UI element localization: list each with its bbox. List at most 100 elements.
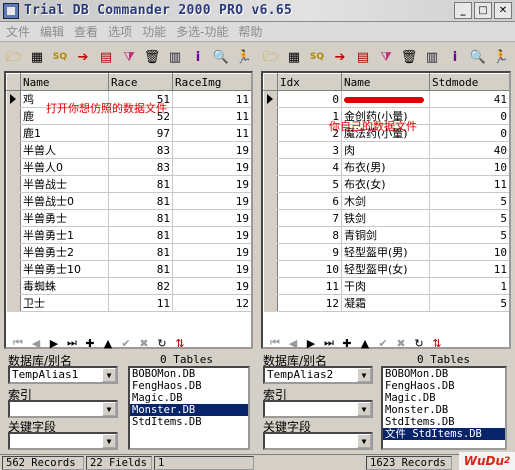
- table-cell[interactable]: 81: [108, 209, 173, 227]
- table-cell[interactable]: 11: [429, 260, 509, 278]
- row-indicator[interactable]: [263, 260, 278, 278]
- table-list-item[interactable]: 文件 StdItems.DB: [383, 428, 505, 440]
- table-cell[interactable]: 19: [172, 209, 251, 227]
- column-header-raceimg[interactable]: RaceImg: [172, 73, 251, 91]
- row-indicator[interactable]: [6, 124, 21, 142]
- search-icon[interactable]: 🔍: [211, 47, 231, 67]
- table-cell[interactable]: 布衣(女): [341, 175, 430, 193]
- table-cell[interactable]: 鹿1: [20, 124, 109, 142]
- delete-record-icon[interactable]: ▲: [359, 337, 371, 350]
- refresh-icon[interactable]: ↻: [413, 337, 425, 350]
- table-cell[interactable]: 81: [108, 192, 173, 210]
- menu-edit[interactable]: 编辑: [40, 23, 64, 40]
- table-cell[interactable]: 83: [108, 158, 173, 176]
- column-header-race[interactable]: Race: [108, 73, 173, 91]
- table-cell[interactable]: 40: [429, 141, 509, 159]
- prior-record-icon[interactable]: ◀: [287, 337, 299, 350]
- table-list-item[interactable]: Magic.DB: [383, 392, 505, 404]
- table-cell[interactable]: 铁剑: [341, 209, 430, 227]
- table-cell[interactable]: 19: [172, 192, 251, 210]
- table-cell[interactable]: 81: [108, 243, 173, 261]
- table-row[interactable]: 7 铁剑 5: [263, 209, 509, 227]
- filter-icon[interactable]: ⧩: [119, 47, 139, 67]
- table-list-item[interactable]: Monster.DB: [383, 404, 505, 416]
- table-cell[interactable]: 半兽勇士10: [20, 260, 109, 278]
- table-cell[interactable]: 82: [108, 277, 173, 295]
- row-indicator[interactable]: [263, 209, 278, 227]
- table-cell[interactable]: 11: [172, 107, 251, 125]
- edit-record-icon[interactable]: ✔: [120, 337, 132, 350]
- table-row[interactable]: 半兽勇士 81 19: [6, 209, 251, 227]
- refresh-icon[interactable]: ↻: [156, 337, 168, 350]
- table-cell[interactable]: 11: [277, 277, 342, 295]
- table-row[interactable]: 5 布衣(女) 11: [263, 175, 509, 193]
- table-row[interactable]: 10 轻型盔甲(女) 11: [263, 260, 509, 278]
- column-header-name[interactable]: Name: [341, 73, 430, 91]
- menu-help[interactable]: 帮助: [238, 23, 262, 40]
- trash-icon[interactable]: 🗑: [399, 47, 419, 67]
- search-icon[interactable]: 🔍: [468, 47, 488, 67]
- row-indicator[interactable]: [6, 90, 21, 108]
- row-indicator[interactable]: [6, 243, 21, 261]
- table-list-item[interactable]: Monster.DB: [130, 404, 248, 416]
- table-cell[interactable]: 19: [172, 243, 251, 261]
- row-indicator[interactable]: [6, 294, 21, 312]
- table-cell[interactable]: 干肉: [341, 277, 430, 295]
- table-cell[interactable]: 11: [172, 124, 251, 142]
- table-row[interactable]: 3 肉 40: [263, 141, 509, 159]
- left-index-select[interactable]: ▼: [8, 400, 118, 418]
- row-indicator[interactable]: [6, 192, 21, 210]
- info-icon[interactable]: i: [188, 47, 208, 67]
- dropdown-arrow-icon[interactable]: ▼: [357, 402, 371, 416]
- row-indicator[interactable]: [6, 277, 21, 295]
- table-cell[interactable]: 5: [429, 294, 509, 312]
- table-row[interactable]: 0 41: [263, 90, 509, 108]
- next-record-icon[interactable]: ▶: [305, 337, 317, 350]
- table-cell[interactable]: 19: [172, 158, 251, 176]
- row-indicator[interactable]: [6, 158, 21, 176]
- row-indicator[interactable]: [263, 192, 278, 210]
- open-folder-icon[interactable]: 🗁: [261, 47, 281, 67]
- row-indicator[interactable]: [263, 175, 278, 193]
- table-cell[interactable]: 12: [277, 294, 342, 312]
- table-cell[interactable]: 19: [172, 277, 251, 295]
- table-cell[interactable]: 11: [429, 175, 509, 193]
- table-cell[interactable]: 半兽人: [20, 141, 109, 159]
- left-key-select[interactable]: ▼: [8, 432, 118, 450]
- table-cell[interactable]: 5: [429, 192, 509, 210]
- table-icon[interactable]: ▦: [27, 47, 47, 67]
- menu-options[interactable]: 选项: [108, 23, 132, 40]
- table-list-item[interactable]: FengHaos.DB: [130, 380, 248, 392]
- table-row[interactable]: 9 轻型盔甲(男) 10: [263, 243, 509, 261]
- table-cell[interactable]: 19: [172, 260, 251, 278]
- table-cell[interactable]: 10: [429, 243, 509, 261]
- first-record-icon[interactable]: ⏮: [12, 336, 24, 350]
- table-cell[interactable]: 9: [277, 243, 342, 261]
- table-row[interactable]: 4 布衣(男) 10: [263, 158, 509, 176]
- table-cell[interactable]: 半兽勇士: [20, 209, 109, 227]
- table-cell[interactable]: 5: [429, 209, 509, 227]
- row-indicator[interactable]: [263, 226, 278, 244]
- insert-record-icon[interactable]: ✚: [84, 337, 96, 350]
- column-header-idx[interactable]: Idx: [277, 73, 342, 91]
- table-cell[interactable]: 81: [108, 226, 173, 244]
- column-header-stdmode[interactable]: Stdmode: [429, 73, 509, 91]
- arrow-right-icon[interactable]: ➔: [73, 47, 93, 67]
- row-indicator[interactable]: [6, 209, 21, 227]
- table-cell[interactable]: 肉: [341, 141, 430, 159]
- compare-icon[interactable]: ▥: [165, 47, 185, 67]
- row-indicator[interactable]: [263, 158, 278, 176]
- export-icon[interactable]: ▤: [96, 47, 116, 67]
- table-cell[interactable]: 19: [172, 141, 251, 159]
- table-cell[interactable]: 6: [277, 192, 342, 210]
- row-indicator[interactable]: [6, 260, 21, 278]
- menu-multiselect[interactable]: 多选-功能: [176, 23, 228, 40]
- table-list-item[interactable]: StdItems.DB: [130, 416, 248, 428]
- filter-icon[interactable]: ⧩: [376, 47, 396, 67]
- sort-icon[interactable]: ⇅: [174, 337, 186, 350]
- table-row[interactable]: 11 干肉 1: [263, 277, 509, 295]
- table-cell[interactable]: [341, 90, 430, 108]
- row-indicator[interactable]: [263, 277, 278, 295]
- table-cell[interactable]: 3: [277, 141, 342, 159]
- menu-view[interactable]: 查看: [74, 23, 98, 40]
